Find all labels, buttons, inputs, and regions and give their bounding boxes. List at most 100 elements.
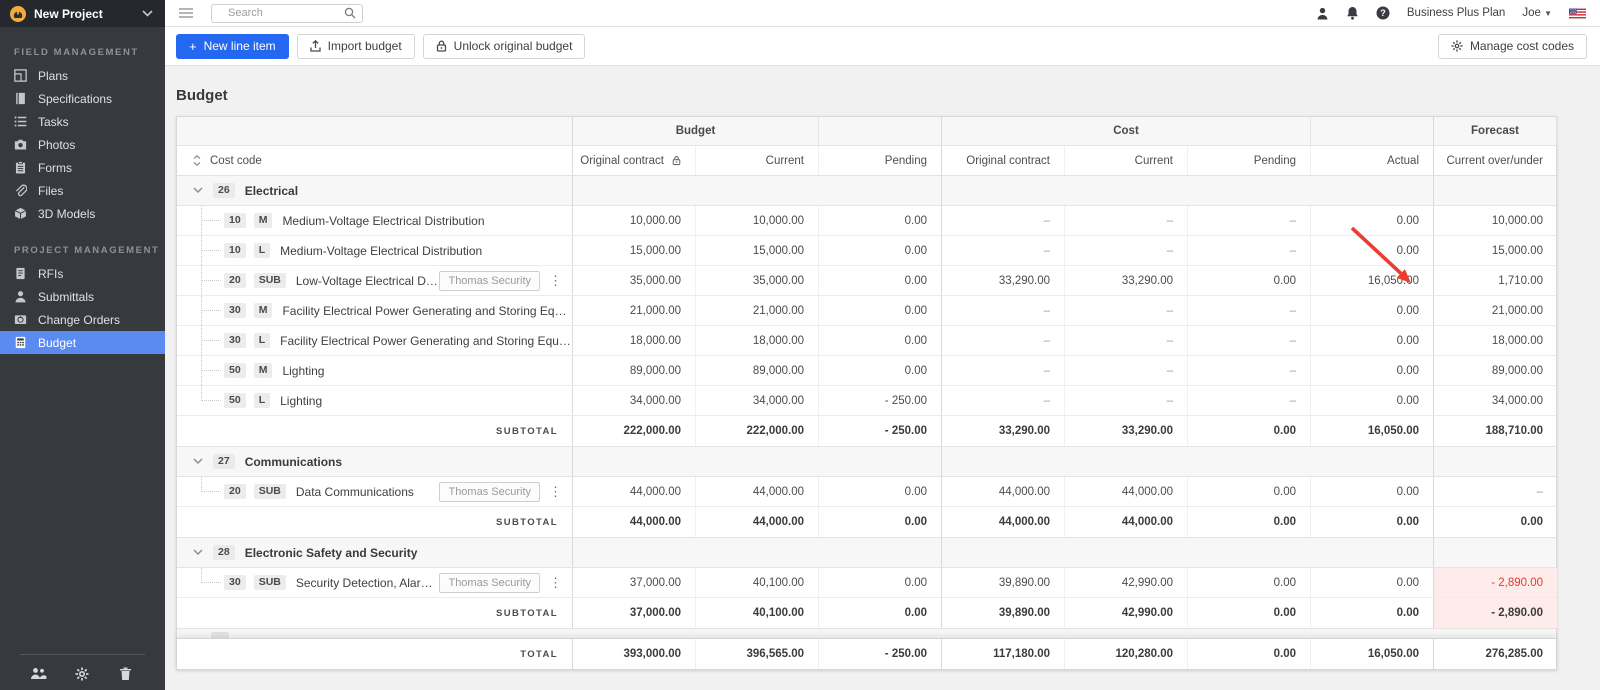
sidebar-item-tasks[interactable]: Tasks <box>0 110 165 133</box>
sidebar-item-budget[interactable]: Budget <box>0 331 165 354</box>
section-empty-cell <box>942 538 1065 567</box>
line-item-code-badge: 50 <box>224 393 246 409</box>
cell-budget-pending: - 250.00 <box>819 416 942 446</box>
sidebar-item-specifications[interactable]: Specifications <box>0 87 165 110</box>
cell-forecast-current-over-under: 0.00 <box>1434 507 1557 537</box>
sidebar-item-3d-models[interactable]: 3D Models <box>0 202 165 225</box>
chevron-down-icon[interactable] <box>193 187 203 194</box>
sidebar-item-submittals[interactable]: Submittals <box>0 285 165 308</box>
chevron-down-icon[interactable] <box>193 458 203 465</box>
search-input[interactable] <box>211 4 363 23</box>
total-row: TOTAL393,000.00396,565.00- 250.00117,180… <box>177 638 1556 669</box>
budget-line-item: 30MFacility Electrical Power Generating … <box>177 296 1556 326</box>
cell-budget-pending: 0.00 <box>819 296 942 325</box>
people-icon[interactable] <box>30 667 46 681</box>
project-switcher[interactable]: New Project <box>0 0 165 27</box>
section-empty-cell <box>1065 538 1188 567</box>
account-icon[interactable] <box>1316 7 1329 20</box>
section-empty-cell <box>573 447 696 476</box>
cell-budget-current: 34,000.00 <box>696 386 819 415</box>
line-item-code-badge: 30 <box>224 575 246 591</box>
kebab-menu-icon[interactable]: ⋮ <box>540 484 572 500</box>
budget-line-item: 30LFacility Electrical Power Generating … <box>177 326 1556 356</box>
gear-icon[interactable] <box>75 667 91 681</box>
sidebar-item-forms[interactable]: Forms <box>0 156 165 179</box>
cell-budget-pending: 0.00 <box>819 356 942 385</box>
kebab-menu-icon[interactable]: ⋮ <box>540 273 572 289</box>
cell-cost-pending: 0.00 <box>1188 416 1311 446</box>
cell-cost-original-contract: – <box>942 206 1065 235</box>
cell-cost-current: – <box>1065 326 1188 355</box>
sort-icon[interactable] <box>193 155 201 166</box>
sidebar-item-photos[interactable]: Photos <box>0 133 165 156</box>
section-header-cell: 28Electronic Safety and Security <box>177 538 573 567</box>
cell-cost-current: 33,290.00 <box>1065 416 1188 446</box>
plus-icon: + <box>189 39 197 54</box>
cell-cost-original-contract: – <box>942 386 1065 415</box>
cell-cost-pending: 0.00 <box>1188 507 1311 537</box>
cell-cost-actual: 0.00 <box>1311 507 1434 537</box>
cell-cost-current: 44,000.00 <box>1065 477 1188 506</box>
cell-cost-pending: 0.00 <box>1188 639 1311 669</box>
section-empty-cell <box>1188 538 1311 567</box>
tree-connector <box>201 356 221 371</box>
group-spacer <box>177 117 573 145</box>
sidebar-item-label: Photos <box>38 138 75 152</box>
cell-budget-pending: 0.00 <box>819 236 942 265</box>
section-empty-cell <box>819 176 942 205</box>
line-item-cell: 10LMedium-Voltage Electrical Distributio… <box>177 236 573 265</box>
tree-connector <box>201 568 221 583</box>
cell-cost-current: – <box>1065 356 1188 385</box>
page-title: Budget <box>176 87 228 104</box>
cell-budget-pending: 0.00 <box>819 598 942 628</box>
gear-icon <box>1451 40 1463 52</box>
unlock-original-budget-button[interactable]: Unlock original budget <box>423 34 586 59</box>
help-icon[interactable]: ? <box>1376 6 1390 20</box>
svg-text:?: ? <box>1380 8 1386 18</box>
plan-badge[interactable]: Business Plus Plan <box>1407 7 1505 19</box>
cell-budget-pending: - 250.00 <box>819 386 942 415</box>
sidebar-item-plans[interactable]: Plans <box>0 64 165 87</box>
chevron-down-icon[interactable] <box>193 549 203 556</box>
section-name: Communications <box>245 455 342 469</box>
line-item-type-badge: L <box>254 393 270 409</box>
menu-icon[interactable] <box>179 6 193 21</box>
models-icon <box>14 207 28 221</box>
sidebar-item-change-orders[interactable]: Change Orders <box>0 308 165 331</box>
cell-budget-original-contract: 37,000.00 <box>573 598 696 628</box>
specifications-icon <box>14 92 28 106</box>
new-line-item-button[interactable]: + New line item <box>176 34 289 59</box>
budget-line-item: 50LLighting34,000.0034,000.00- 250.00–––… <box>177 386 1556 416</box>
cell-cost-actual: 16,050.00 <box>1311 639 1434 669</box>
group-forecast: Forecast <box>1434 117 1557 145</box>
notifications-bell-icon[interactable] <box>1346 6 1359 20</box>
cell-cost-original-contract: 33,290.00 <box>942 416 1065 446</box>
sidebar: New Project FIELD MANAGEMENTPlansSpecifi… <box>0 0 165 690</box>
language-flag-icon[interactable] <box>1569 8 1586 19</box>
import-budget-button[interactable]: Import budget <box>297 34 415 59</box>
cell-cost-pending: – <box>1188 356 1311 385</box>
kebab-menu-icon[interactable]: ⋮ <box>540 575 572 591</box>
cell-cost-current: 44,000.00 <box>1065 507 1188 537</box>
section-row-27: 27Communications <box>177 447 1556 477</box>
cell-cost-original-contract: 39,890.00 <box>942 598 1065 628</box>
search-icon[interactable] <box>344 6 356 24</box>
sidebar-item-rfis[interactable]: RFIs <box>0 262 165 285</box>
assignee-tag[interactable]: Thomas Security <box>439 482 540 502</box>
assignee-tag[interactable]: Thomas Security <box>439 573 540 593</box>
sidebar-item-label: Submittals <box>38 290 94 304</box>
line-item-description: Facility Electrical Power Generating and… <box>280 334 572 348</box>
lock-icon <box>436 40 447 52</box>
trash-icon[interactable] <box>119 667 135 681</box>
assignee-tag[interactable]: Thomas Security <box>439 271 540 291</box>
user-menu[interactable]: Joe ▼ <box>1522 7 1552 19</box>
sidebar-item-label: Change Orders <box>38 313 120 327</box>
manage-cost-codes-button[interactable]: Manage cost codes <box>1438 34 1587 59</box>
project-name: New Project <box>34 7 142 21</box>
tree-connector <box>201 326 221 341</box>
section-empty-cell <box>573 176 696 205</box>
cell-forecast-current-over-under: - 2,890.00 <box>1434 598 1557 628</box>
line-item-cell: 50MLighting <box>177 356 573 385</box>
sidebar-item-files[interactable]: Files <box>0 179 165 202</box>
section-header-cell: 26Electrical <box>177 176 573 205</box>
